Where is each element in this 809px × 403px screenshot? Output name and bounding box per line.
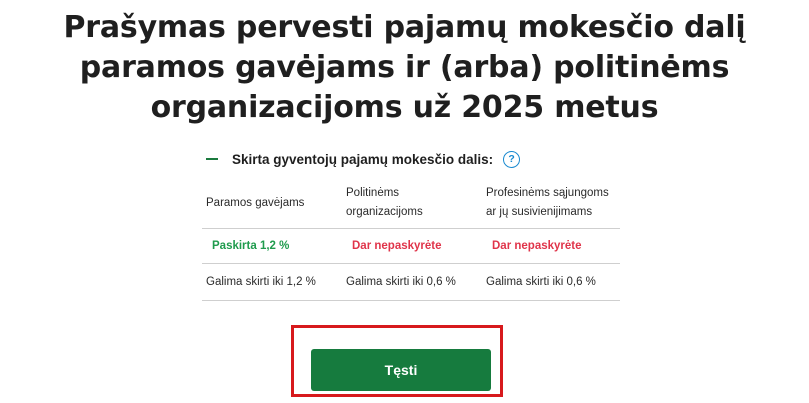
header-text: Paramos gavėjams: [206, 196, 305, 209]
limit-text: Galima skirti iki 0,6 %: [346, 275, 456, 288]
header-cell-trade-unions: Profesinėms sąjungoms ar jų susivienijim…: [486, 178, 620, 228]
page-title-line-1: Prašymas pervesti pajamų mokesčio dalį: [63, 10, 746, 45]
tax-share-table: Paramos gavėjams Politinėms organizacijo…: [202, 178, 620, 301]
limit-text: Galima skirti iki 1,2 %: [206, 275, 316, 288]
section-header[interactable]: Skirta gyventojų pajamų mokesčio dalis: …: [206, 149, 521, 169]
header-text: Profesinėms sąjungoms: [486, 187, 609, 199]
table-status-row: Paskirta 1,2 % Dar nepaskyrėte Dar nepas…: [202, 229, 620, 264]
status-not-assigned: Dar nepaskyrėte: [352, 239, 442, 252]
help-icon[interactable]: ?: [503, 150, 521, 168]
table-limit-row: Galima skirti iki 1,2 % Galima skirti ik…: [202, 264, 620, 301]
page-title: Prašymas pervesti pajamų mokesčio dalį p…: [0, 8, 809, 128]
limit-cell: Galima skirti iki 0,6 %: [346, 264, 476, 300]
status-not-assigned: Dar nepaskyrėte: [492, 239, 582, 252]
limit-text: Galima skirti iki 0,6 %: [486, 275, 596, 288]
header-text: organizacijoms: [346, 206, 423, 218]
header-text: Politinėms: [346, 187, 400, 199]
status-cell: Dar nepaskyrėte: [492, 229, 626, 263]
section-title: Skirta gyventojų pajamų mokesčio dalis:: [232, 151, 494, 167]
status-cell: Paskirta 1,2 %: [212, 229, 342, 263]
continue-button[interactable]: Tęsti: [311, 349, 491, 391]
table-header-row: Paramos gavėjams Politinėms organizacijo…: [202, 178, 620, 229]
limit-cell: Galima skirti iki 0,6 %: [486, 264, 620, 300]
status-assigned: Paskirta 1,2 %: [212, 239, 290, 252]
page-title-line-3: organizacijoms už 2025 metus: [150, 90, 659, 125]
header-cell-political-organizations: Politinėms organizacijoms: [346, 178, 476, 228]
limit-cell: Galima skirti iki 1,2 %: [206, 264, 336, 300]
page-title-line-2: paramos gavėjams ir (arba) politinėms: [79, 50, 730, 85]
header-cell-support-recipients: Paramos gavėjams: [206, 178, 336, 228]
collapse-minus-icon[interactable]: [206, 158, 218, 160]
status-cell: Dar nepaskyrėte: [352, 229, 482, 263]
header-text: ar jų susivienijimams: [486, 206, 593, 218]
page: Prašymas pervesti pajamų mokesčio dalį p…: [0, 0, 809, 403]
